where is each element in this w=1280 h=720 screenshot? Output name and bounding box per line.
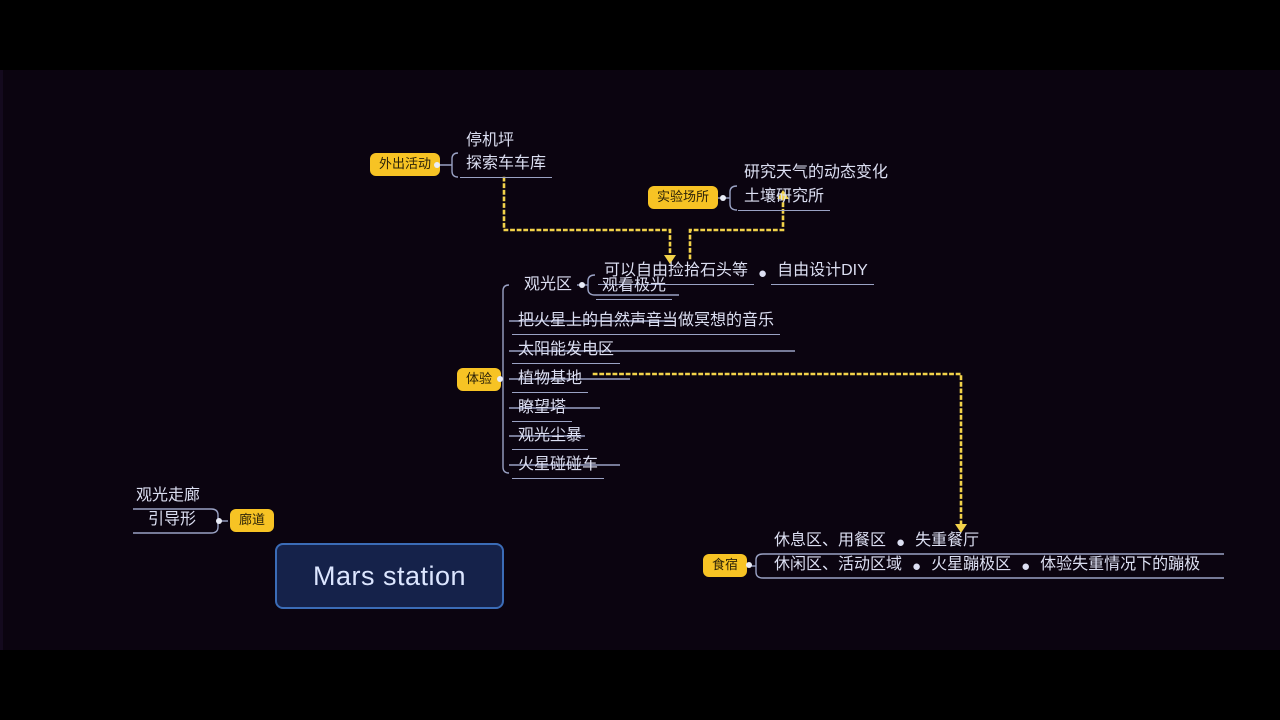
branch-pill-experience[interactable]: 体验	[457, 368, 502, 391]
connector-dot-outing	[434, 162, 440, 168]
mindmap-canvas[interactable]: 外出活动 停机坪 探索车车库 实验场所 研究天气的动态变化 土壤研究所 体验 观…	[0, 70, 1280, 650]
row-separator: ●	[758, 265, 768, 282]
topic-leisure-activity-zone[interactable]: 休闲区、活动区域	[768, 554, 908, 578]
topic-plant-base[interactable]: 植物基地	[512, 368, 589, 393]
topic-zerog-bungee[interactable]: 体验失重情况下的蹦极	[1034, 554, 1206, 578]
pill-label-outing: 外出活动	[370, 153, 441, 176]
topic-guiding-shape[interactable]: 引导形	[142, 509, 202, 533]
pill-label-experience: 体验	[457, 368, 502, 391]
topic-heliport[interactable]: 停机坪	[460, 130, 520, 154]
branch-pill-outing[interactable]: 外出活动	[370, 153, 441, 176]
lodging-row-bottom: 休闲区、活动区域 ● 火星蹦极区 ● 体验失重情况下的蹦极	[768, 554, 1206, 578]
connector-dot-experience	[497, 376, 503, 382]
topic-zerog-restaurant[interactable]: 失重餐厅	[909, 530, 985, 554]
topic-watchtower[interactable]: 瞭望塔	[512, 397, 573, 422]
pill-label-lab: 实验场所	[648, 186, 719, 209]
branch-pill-lab[interactable]: 实验场所	[648, 186, 719, 209]
topic-sightseeing-area[interactable]: 观光区	[518, 274, 578, 298]
connector-dot-sightseeing	[579, 282, 585, 288]
row-separator-b1: ●	[912, 558, 922, 575]
pill-label-lodging: 食宿	[703, 554, 748, 577]
connector-dot-lab	[720, 195, 726, 201]
central-topic[interactable]: Mars station	[275, 543, 504, 609]
branch-pill-lodging[interactable]: 食宿	[703, 554, 748, 577]
topic-watch-aurora[interactable]: 观看极光	[596, 275, 673, 300]
row-separator-b2: ●	[1021, 558, 1031, 575]
topic-weather-research[interactable]: 研究天气的动态变化	[738, 162, 894, 186]
topic-mars-sound-music[interactable]: 把火星上的自然声音当做冥想的音乐	[512, 310, 781, 335]
topic-sight-corridor[interactable]: 观光走廊	[130, 485, 206, 509]
topic-solar-power-zone[interactable]: 太阳能发电区	[512, 339, 621, 364]
branch-pill-corridor[interactable]: 廊道	[230, 509, 275, 532]
letterbox-top	[0, 0, 1280, 70]
topic-mars-bungee-zone[interactable]: 火星蹦极区	[925, 554, 1017, 578]
connector-dot-lodging	[746, 562, 752, 568]
topic-rest-dining-zone[interactable]: 休息区、用餐区	[768, 530, 892, 554]
connector-dot-corridor	[216, 518, 222, 524]
topic-rover-garage[interactable]: 探索车车库	[460, 153, 553, 178]
central-topic-label: Mars station	[312, 560, 467, 591]
row-separator-top: ●	[896, 534, 906, 551]
topic-free-diy[interactable]: 自由设计DIY	[771, 260, 874, 285]
topic-dust-storm-tour[interactable]: 观光尘暴	[512, 425, 589, 450]
screenshot-stage: 外出活动 停机坪 探索车车库 实验场所 研究天气的动态变化 土壤研究所 体验 观…	[0, 0, 1280, 720]
topic-bumper-car[interactable]: 火星碰碰车	[512, 454, 605, 479]
lodging-row-top: 休息区、用餐区 ● 失重餐厅	[768, 530, 985, 554]
pill-label-corridor: 廊道	[230, 509, 275, 532]
topic-soil-institute[interactable]: 土壤研究所	[738, 186, 831, 211]
letterbox-bottom	[0, 650, 1280, 720]
